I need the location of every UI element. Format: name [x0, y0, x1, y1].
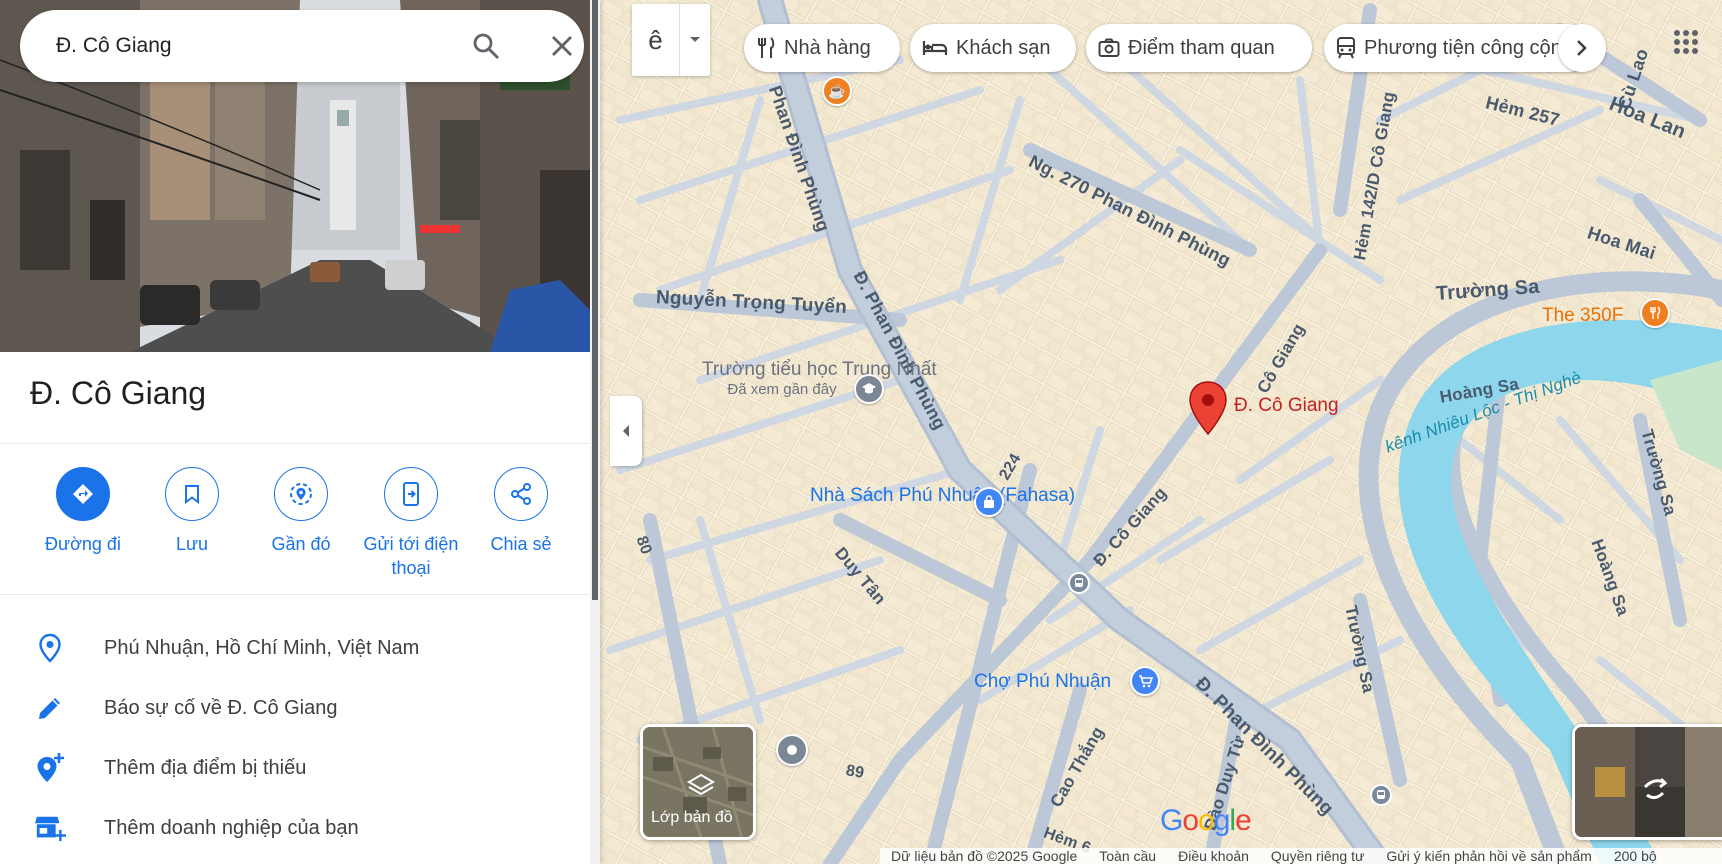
- google-logo: Google: [1160, 804, 1252, 837]
- panel-scrollbar[interactable]: [590, 0, 600, 864]
- map-footer: Dữ liệu bản đồ ©2025 Google Toàn cầu Điề…: [880, 848, 1722, 864]
- edit-pencil-icon: [34, 692, 66, 724]
- poi-bookstore-label[interactable]: Nhà Sách Phú Nhuận (Fahasa): [810, 486, 1075, 506]
- report-text: Báo sự cố về Đ. Cô Giang: [104, 696, 338, 719]
- language-glyph: ê: [632, 4, 680, 76]
- save-button[interactable]: Lưu: [137, 467, 247, 556]
- chips-next-button[interactable]: [1558, 24, 1606, 72]
- chip-label: Phương tiện công cộng: [1364, 36, 1573, 59]
- share-button[interactable]: Chia sẻ: [466, 467, 576, 556]
- hotel-icon: [922, 41, 948, 55]
- google-apps-button[interactable]: [1666, 22, 1706, 62]
- input-language-button[interactable]: ê: [632, 4, 710, 76]
- bus-stop-icon[interactable]: [1068, 572, 1090, 594]
- nearby-button[interactable]: Gần đó: [246, 467, 356, 556]
- street-label: 89: [844, 762, 866, 783]
- add-place-text: Thêm địa điểm bị thiếu: [104, 756, 307, 779]
- action-label: Gần đó: [271, 534, 331, 554]
- selected-place-label[interactable]: Đ. Cô Giang: [1234, 396, 1339, 416]
- directions-button[interactable]: Đường đi: [28, 467, 138, 556]
- camera-icon: [1098, 38, 1120, 57]
- place-title: Đ. Cô Giang: [30, 375, 207, 411]
- footer-link-terms[interactable]: Điều khoản: [1178, 848, 1249, 864]
- send-to-phone-button[interactable]: Gửi tới điện thoại: [356, 467, 466, 580]
- place-side-panel: Đ. Cô Giang Đường đi Lưu Gần đó Gửi tới …: [0, 0, 600, 864]
- footer-scale[interactable]: 200 bộ: [1614, 848, 1657, 864]
- street-view-thumbnail: [1575, 727, 1722, 837]
- search-input[interactable]: [56, 34, 436, 58]
- chip-label: Điểm tham quan: [1128, 36, 1275, 59]
- action-label: Lưu: [175, 534, 209, 554]
- search-icon: [473, 33, 499, 59]
- chip-label: Khách sạn: [956, 36, 1051, 59]
- footer-link-feedback[interactable]: Gửi ý kiến phản hồi về sản phẩm: [1386, 848, 1592, 864]
- chevron-down-icon: [680, 4, 710, 76]
- footer-link-privacy[interactable]: Quyền riêng tư: [1271, 848, 1364, 864]
- bookmark-icon: [165, 467, 219, 521]
- map-layers-button[interactable]: Lớp bản đồ: [640, 724, 756, 840]
- cafe-pin-icon[interactable]: ☕: [822, 76, 852, 106]
- transit-icon: [1337, 37, 1355, 59]
- add-business-text: Thêm doanh nghiệp của bạn: [104, 816, 359, 839]
- poi-school-name: Trường tiểu học Trung Nhất: [702, 359, 937, 380]
- caret-left-icon: [623, 425, 629, 437]
- poi-restaurant-label[interactable]: The 350F: [1542, 306, 1623, 326]
- send-to-phone-icon: [384, 467, 438, 521]
- google-maps-app: Ng. 270 Phan Đình Phùng Hẻm 142/D Cô Gia…: [0, 0, 1722, 864]
- divider: [0, 443, 600, 444]
- restaurant-pin-icon[interactable]: [1640, 298, 1670, 328]
- chip-hotels[interactable]: Khách sạn: [910, 24, 1076, 72]
- scrollbar-thumb[interactable]: [592, 0, 598, 600]
- close-icon: [552, 36, 572, 56]
- info-row-address[interactable]: Phú Nhuận, Hồ Chí Minh, Việt Nam: [0, 618, 590, 678]
- info-row-report[interactable]: Báo sự cố về Đ. Cô Giang: [0, 678, 590, 738]
- chip-transit[interactable]: Phương tiện công cộng: [1324, 24, 1592, 72]
- selected-place-marker-icon[interactable]: [1188, 380, 1228, 436]
- poi-market-label[interactable]: Chợ Phú Nhuận: [974, 672, 1111, 692]
- bus-stop-icon[interactable]: [1370, 784, 1392, 806]
- shopping-bag-pin-icon[interactable]: [974, 487, 1004, 517]
- chip-restaurants[interactable]: Nhà hàng: [744, 24, 900, 72]
- share-icon: [494, 467, 548, 521]
- clear-search-button[interactable]: [542, 26, 582, 66]
- poi-school-sub: Đã xem gần đây: [727, 381, 837, 398]
- poi-school-label[interactable]: Trường tiểu học Trung Nhất Đã xem gần đâ…: [702, 359, 937, 400]
- divider: [0, 594, 600, 595]
- info-row-add-place[interactable]: Thêm địa điểm bị thiếu: [0, 738, 590, 798]
- info-row-add-business[interactable]: Thêm doanh nghiệp của bạn: [0, 798, 590, 858]
- collapse-panel-button[interactable]: [610, 396, 642, 466]
- add-place-icon: [34, 752, 66, 784]
- action-label: Đường đi: [45, 534, 121, 554]
- nearby-icon: [274, 467, 328, 521]
- footer-link-global[interactable]: Toàn cầu: [1099, 848, 1156, 864]
- address-text: Phú Nhuận, Hồ Chí Minh, Việt Nam: [104, 636, 420, 659]
- school-pin-icon[interactable]: [854, 374, 884, 404]
- restaurant-icon: [758, 37, 775, 58]
- chevron-right-icon: [1577, 40, 1587, 56]
- location-pin-icon: [34, 632, 66, 664]
- street-view-preview[interactable]: [1572, 724, 1722, 840]
- cart-pin-icon[interactable]: [1130, 666, 1160, 696]
- apps-grid-icon: [1674, 30, 1698, 54]
- chip-attractions[interactable]: Điểm tham quan: [1086, 24, 1312, 72]
- action-label: Chia sẻ: [490, 534, 552, 554]
- footer-copyright: Dữ liệu bản đồ ©2025 Google: [891, 848, 1078, 864]
- directions-icon: [56, 467, 110, 521]
- place-dot-icon[interactable]: [776, 734, 808, 766]
- add-business-icon: [34, 812, 66, 844]
- chip-label: Nhà hàng: [784, 36, 871, 59]
- search-box[interactable]: [20, 10, 584, 82]
- action-label: Gửi tới điện thoại: [363, 534, 459, 578]
- search-button[interactable]: [466, 26, 506, 66]
- layers-label: Lớp bản đồ: [651, 809, 733, 826]
